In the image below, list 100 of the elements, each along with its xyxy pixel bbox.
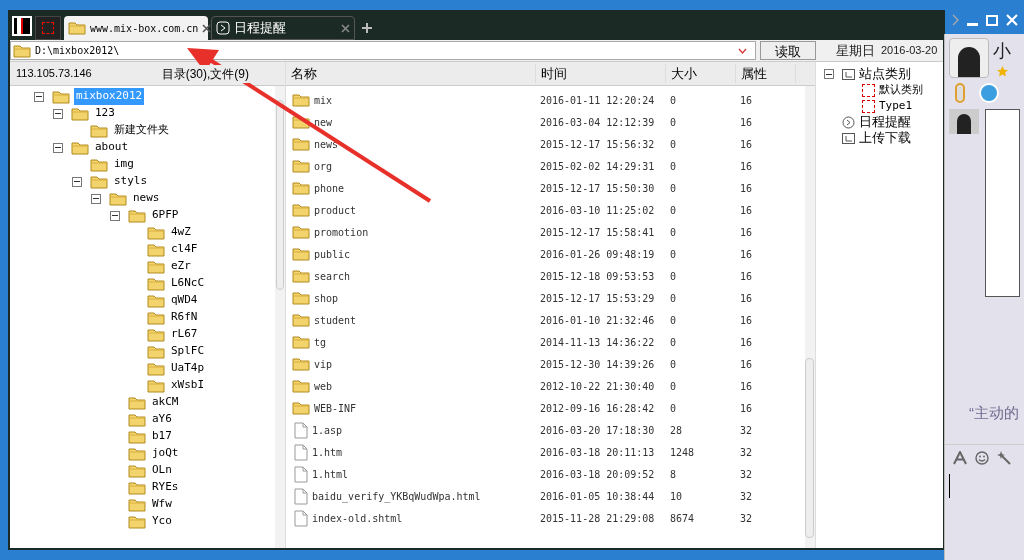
site-tree-item[interactable]: 站点类别 — [859, 64, 911, 84]
file-size: 0 — [669, 181, 678, 196]
collapse-icon[interactable] — [53, 108, 63, 119]
tree-item[interactable]: 4wZ — [169, 224, 193, 241]
column-header[interactable]: 大小 — [666, 63, 736, 84]
tree-item[interactable]: eZr — [169, 258, 193, 275]
site-tree-item[interactable]: Type1 — [879, 97, 913, 115]
tree-item[interactable]: cl4F — [169, 241, 200, 258]
tree-item[interactable]: news — [131, 190, 162, 207]
tab[interactable]: 日程提醒 — [211, 16, 355, 40]
tree-item[interactable]: rL67 — [169, 326, 200, 343]
file-time: 2016-01-26 09:48:19 — [539, 247, 656, 262]
file-name[interactable]: shop — [314, 290, 339, 306]
file-name[interactable]: new — [314, 114, 333, 130]
file-attribute: 16 — [739, 247, 754, 262]
file-time: 2016-01-10 21:32:46 — [539, 313, 656, 328]
file-name[interactable]: baidu_verify_YKBqWudWpa.html — [312, 488, 481, 504]
tree-item[interactable]: 123 — [93, 105, 117, 122]
file-name[interactable]: mix — [314, 92, 333, 108]
file-name[interactable]: 1.htm — [312, 444, 343, 460]
tree-item[interactable]: OLn — [150, 462, 174, 479]
file-attribute: 16 — [739, 181, 754, 196]
file-attribute: 16 — [739, 159, 754, 174]
file-name[interactable]: vip — [314, 356, 333, 372]
folder-icon — [68, 21, 86, 35]
file-name[interactable]: public — [314, 246, 351, 262]
tree-item[interactable]: img — [112, 156, 136, 173]
address-field[interactable]: D:\mixbox2012\ — [10, 41, 756, 60]
file-name[interactable]: promotion — [314, 224, 369, 240]
collapse-icon[interactable] — [53, 142, 63, 153]
tree-item[interactable]: aY6 — [150, 411, 174, 428]
collapse-icon[interactable] — [34, 91, 44, 102]
file-attribute: 32 — [739, 445, 754, 460]
tree-item[interactable]: 新建文件夹 — [112, 122, 171, 139]
tree-item[interactable]: joQt — [150, 445, 181, 462]
column-header[interactable]: 名称 — [286, 63, 536, 84]
file-name[interactable]: WEB-INF — [314, 400, 357, 416]
folder-icon — [292, 159, 310, 173]
tab[interactable]: www.mix-box.com.cn — [64, 16, 208, 40]
file-name[interactable]: search — [314, 268, 351, 284]
file-attribute: 32 — [739, 423, 754, 438]
file-name[interactable]: org — [314, 158, 333, 174]
tree-item[interactable]: 6PFP — [150, 207, 181, 224]
folder-icon — [90, 123, 108, 138]
tree-item[interactable]: R6fN — [169, 309, 200, 326]
record-tab-icon[interactable] — [35, 16, 61, 40]
file-attribute: 16 — [739, 379, 754, 394]
file-name[interactable]: student — [314, 312, 357, 328]
tree-item[interactable]: styls — [112, 173, 150, 190]
file-attribute: 16 — [739, 335, 754, 350]
magic-wand-icon[interactable] — [997, 450, 1011, 465]
tree-item[interactable]: b17 — [150, 428, 174, 445]
file-name[interactable]: tg — [314, 334, 327, 350]
file-name[interactable]: 1.html — [312, 466, 349, 482]
collapse-icon[interactable] — [824, 69, 834, 79]
tree-item[interactable]: L6NcC — [169, 275, 207, 292]
maximize-icon[interactable] — [986, 14, 998, 26]
file-name[interactable]: phone — [314, 180, 345, 196]
file-icon — [294, 487, 308, 505]
file-time: 2015-12-18 09:53:53 — [539, 269, 656, 284]
file-name[interactable]: product — [314, 202, 357, 218]
tree-item[interactable]: qWD4 — [169, 292, 200, 309]
app-logo-icon[interactable] — [12, 16, 32, 36]
avatar-icon[interactable] — [949, 38, 989, 78]
new-tab-icon[interactable] — [362, 23, 372, 33]
file-name[interactable]: news — [314, 136, 339, 152]
tree-scrollbar[interactable] — [275, 86, 285, 548]
collapse-icon[interactable] — [72, 176, 82, 187]
tree-item[interactable]: about — [93, 139, 131, 156]
minimize-icon[interactable] — [967, 22, 978, 26]
file-attribute: 16 — [739, 401, 754, 416]
file-name[interactable]: index-old.shtml — [312, 510, 403, 526]
smiley-icon[interactable] — [975, 450, 989, 465]
tree-item[interactable]: RYEs — [150, 479, 181, 496]
folder-icon — [147, 378, 165, 393]
file-list-scrollbar[interactable] — [805, 86, 815, 548]
read-button[interactable]: 读取 — [760, 41, 816, 60]
dashed-square-icon — [862, 83, 875, 97]
tree-item[interactable]: akCM — [150, 394, 181, 411]
file-size: 0 — [669, 335, 678, 350]
tree-item[interactable]: Wfw — [150, 496, 174, 513]
collapse-icon[interactable] — [91, 193, 101, 204]
tree-item[interactable]: UaT4p — [169, 360, 207, 377]
tree-item[interactable]: SplFC — [169, 343, 207, 360]
collapse-icon[interactable] — [110, 210, 120, 221]
tree-item[interactable]: Yco — [150, 513, 174, 530]
column-header[interactable]: 时间 — [536, 63, 666, 84]
font-icon[interactable] — [953, 450, 967, 465]
file-size: 10 — [669, 489, 684, 504]
close-tab-icon[interactable] — [202, 23, 212, 33]
close-icon[interactable] — [1006, 14, 1018, 26]
file-size: 0 — [669, 291, 678, 306]
file-name[interactable]: web — [314, 378, 333, 394]
folder-icon — [147, 259, 165, 274]
file-name[interactable]: 1.asp — [312, 422, 343, 438]
site-tree-item[interactable]: 默认类别 — [879, 81, 923, 99]
folder-icon — [147, 276, 165, 291]
webcam-icon[interactable] — [979, 83, 999, 103]
column-header[interactable]: 属性 — [736, 63, 796, 84]
tree-item[interactable]: xWsbI — [169, 377, 207, 394]
